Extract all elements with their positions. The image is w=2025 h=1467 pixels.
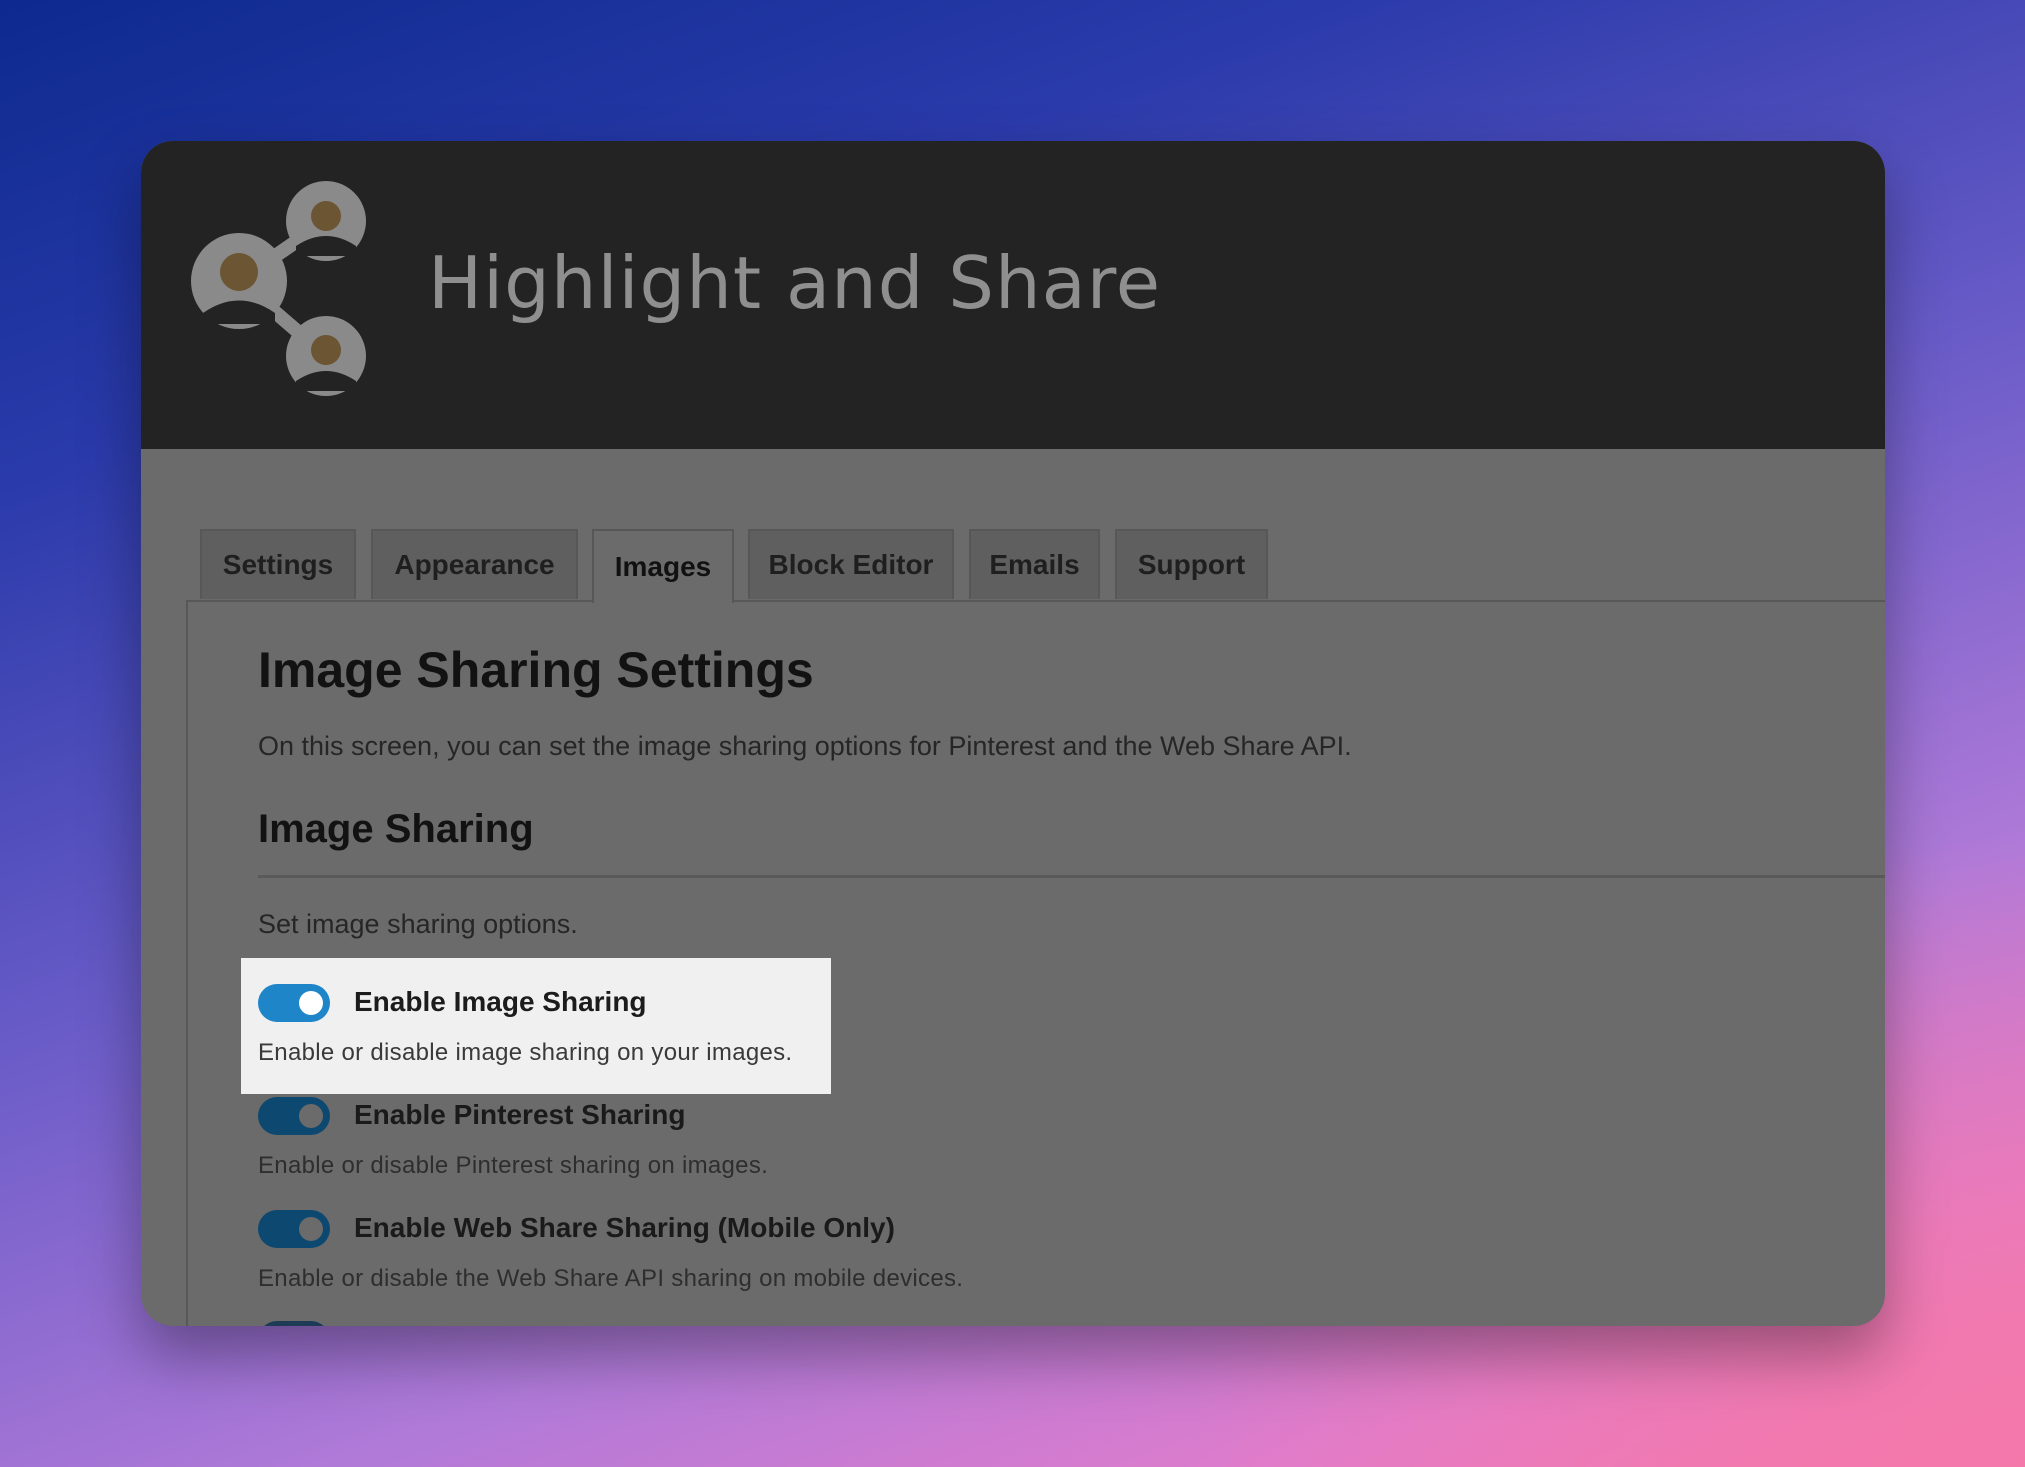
section-title: Image Sharing: [258, 807, 534, 851]
option-description: Enable or disable the Web Share API shar…: [258, 1265, 964, 1292]
plugin-header: Highlight and Share: [141, 141, 1885, 449]
tab-appearance[interactable]: Appearance: [371, 529, 578, 599]
toggle-knob: [299, 1217, 323, 1241]
tab-label: Images: [614, 551, 712, 582]
page-title: Image Sharing Settings: [258, 642, 814, 698]
option-label[interactable]: Enable Image Sharing: [354, 986, 647, 1018]
tab-label: Settings: [222, 549, 334, 580]
tab-label: Block Editor: [768, 549, 934, 580]
option-label[interactable]: Enable Web Share Sharing (Mobile Only): [354, 1212, 895, 1244]
pinterest-sharing-toggle[interactable]: [258, 1097, 330, 1135]
toggle-knob: [299, 1104, 323, 1128]
toggle-knob: [299, 991, 323, 1015]
app-window: Highlight and Share Settings Appearance …: [141, 141, 1885, 1326]
tab-label: Appearance: [394, 549, 555, 580]
share-people-icon: [191, 181, 366, 396]
image-sharing-toggle[interactable]: [258, 984, 330, 1022]
option-description: Enable or disable image sharing on your …: [258, 1039, 793, 1066]
tab-label: Emails: [989, 549, 1080, 580]
tab-block-editor[interactable]: Block Editor: [748, 529, 954, 599]
tab-settings[interactable]: Settings: [200, 529, 356, 599]
option-description: Enable or disable Pinterest sharing on i…: [258, 1152, 769, 1179]
tab-emails[interactable]: Emails: [969, 529, 1100, 599]
section-divider: [258, 875, 1885, 878]
section-description: Set image sharing options.: [258, 909, 578, 939]
page-description: On this screen, you can set the image sh…: [258, 731, 1352, 761]
brand-title: Highlight and Share: [428, 241, 1162, 325]
option-label[interactable]: Enable Pinterest Sharing: [354, 1099, 685, 1131]
web-share-sharing-toggle[interactable]: [258, 1210, 330, 1248]
tab-support[interactable]: Support: [1115, 529, 1268, 599]
tab-images[interactable]: Images: [592, 529, 734, 603]
tab-label: Support: [1137, 549, 1246, 580]
highlight-callout: [241, 958, 831, 1094]
